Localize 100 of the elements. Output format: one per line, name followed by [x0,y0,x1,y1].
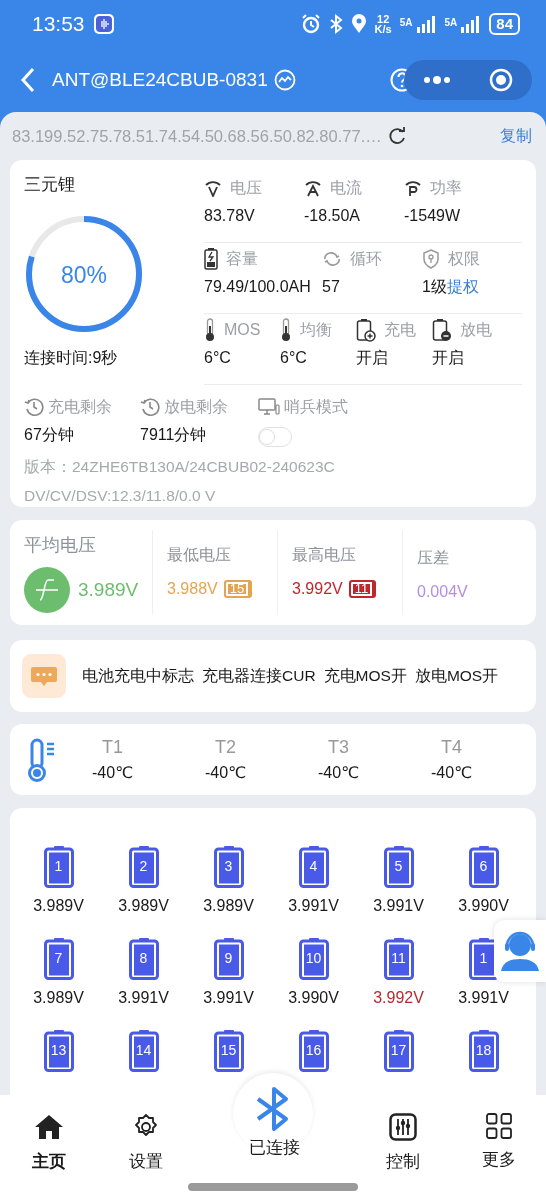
firmware-version: 版本：24ZHE6TB130A/24CBUB02-240623C [24,457,336,477]
metric-value: 1级 [422,277,447,297]
cell-voltage: 3.989V [118,896,169,916]
nav-tab[interactable]: 更多 [481,1147,516,1173]
status-label: 放电MOS开 [414,666,499,687]
cell-voltage: 3.992V [373,988,424,1008]
cell-voltage: 3.989V [33,896,84,916]
sliders-icon[interactable] [388,1113,417,1141]
stat-label: 压差 [417,548,450,568]
battery-cell-icon [383,938,414,980]
signal-icon [461,15,482,33]
stat-value: 0.004V [417,582,468,602]
cell-voltage: 3.990V [458,896,509,916]
nav-tab[interactable]: 主页 [31,1149,66,1175]
metric-label: 电流 [330,178,362,198]
metric-label: 功率 [430,178,462,198]
battery-cell-icon [298,1030,329,1072]
battery-charge-icon [204,248,218,270]
battery-plus-icon [356,318,376,342]
cell-number: 13 [49,1041,68,1060]
battery-cell-icon [468,846,499,888]
nav-tab[interactable]: 已连接 [248,1135,300,1161]
back-icon[interactable] [20,67,36,93]
cell-voltage: 3.991V [118,988,169,1008]
battery-cell-icon [213,938,244,980]
cycle-icon [322,250,342,268]
voice-app-icon [92,13,115,35]
signal-icon [416,15,437,33]
metric-label: 哨兵模式 [284,397,348,417]
capsule-menu[interactable] [404,60,532,100]
message-icon [22,654,66,698]
voltage-icon [204,179,222,197]
soc-percent: 80% [59,260,108,290]
battery-cell-icon [43,938,74,980]
refresh-icon[interactable] [387,127,406,145]
cell-voltage: 3.989V [203,896,254,916]
nav-tab[interactable]: 设置 [128,1149,163,1175]
cell-voltage: 3.990V [288,988,339,1008]
cell-number: 3 [223,857,234,876]
cell-voltage: 3.991V [373,896,424,916]
cell-number: 9 [223,949,234,968]
network-type: 5A [399,16,413,30]
speed-unit: K/s [374,24,392,34]
stat-label: 最高电压 [292,545,357,565]
cell-voltage: 3.991V [458,988,509,1008]
home-icon[interactable] [33,1113,64,1141]
support-button[interactable] [494,920,546,982]
network-speed: 12 [377,14,390,24]
connection-time: 连接时间:9秒 [24,347,119,368]
metric-value: 57 [322,277,340,297]
status-label: 充电MOS开 [323,666,407,687]
thermometer-icon [26,737,56,782]
monitor-icon [258,397,280,417]
sensor-temperature: -40℃ [204,763,247,783]
record-icon[interactable] [488,68,513,92]
nav-tab[interactable]: 控制 [385,1149,420,1175]
thermometer-icon [204,318,216,342]
metric-value: -1549W [404,206,461,226]
cell-number: 8 [138,949,149,968]
power-icon [404,179,422,197]
headset-person-icon [499,931,541,971]
metric-label: 容量 [226,249,258,269]
sensor-temperature: -40℃ [317,763,360,783]
metric-label: MOS [224,320,261,340]
metric-label: 充电 [384,320,416,340]
cell-number: 7 [53,949,64,968]
page-title: ANT@BLE24CBUB-0831 [52,67,268,92]
current-icon [304,179,322,197]
network-type: 5A [444,16,458,30]
metric-value: 67分钟 [24,425,75,445]
clock-history-icon [140,397,160,417]
cell-number-badge: 11 [348,580,377,598]
copy-link[interactable]: 复制 [500,124,532,148]
cell-number: 10 [304,949,323,968]
bluetooth-icon [328,14,343,34]
metric-value: 开启 [432,348,464,368]
grid-icon[interactable] [485,1113,512,1139]
cell-voltage: 3.991V [288,896,339,916]
chart-badge-icon[interactable] [273,69,296,91]
elevate-link[interactable]: 提权 [446,275,479,299]
battery-cell-icon [43,846,74,888]
battery-level: 84 [489,13,520,35]
more-icon[interactable] [423,76,450,84]
device-id: 83.199.52.75.78.51.74.54.50.68.56.50.82.80.77.… [12,125,382,147]
voltage-settings: DV/CV/DSV:12.3/11.8/0.0 V [24,486,217,507]
metric-label: 电压 [230,178,262,198]
stat-label: 平均电压 [24,534,97,557]
stat-label: 最低电压 [167,545,232,565]
sensor-label: T3 [328,736,349,759]
cell-number: 18 [474,1041,493,1060]
cell-number: 2 [138,857,149,876]
alarm-icon [300,14,321,34]
metric-label: 放电剩余 [164,397,228,417]
cell-voltage: 3.991V [203,988,254,1008]
cell-number: 15 [219,1041,238,1060]
thermometer-icon [280,318,292,342]
status-label: 充电器连接CUR [202,666,316,687]
metric-label: 充电剩余 [48,397,112,417]
cell-number: 16 [304,1041,323,1060]
battery-cell-icon [128,938,159,980]
